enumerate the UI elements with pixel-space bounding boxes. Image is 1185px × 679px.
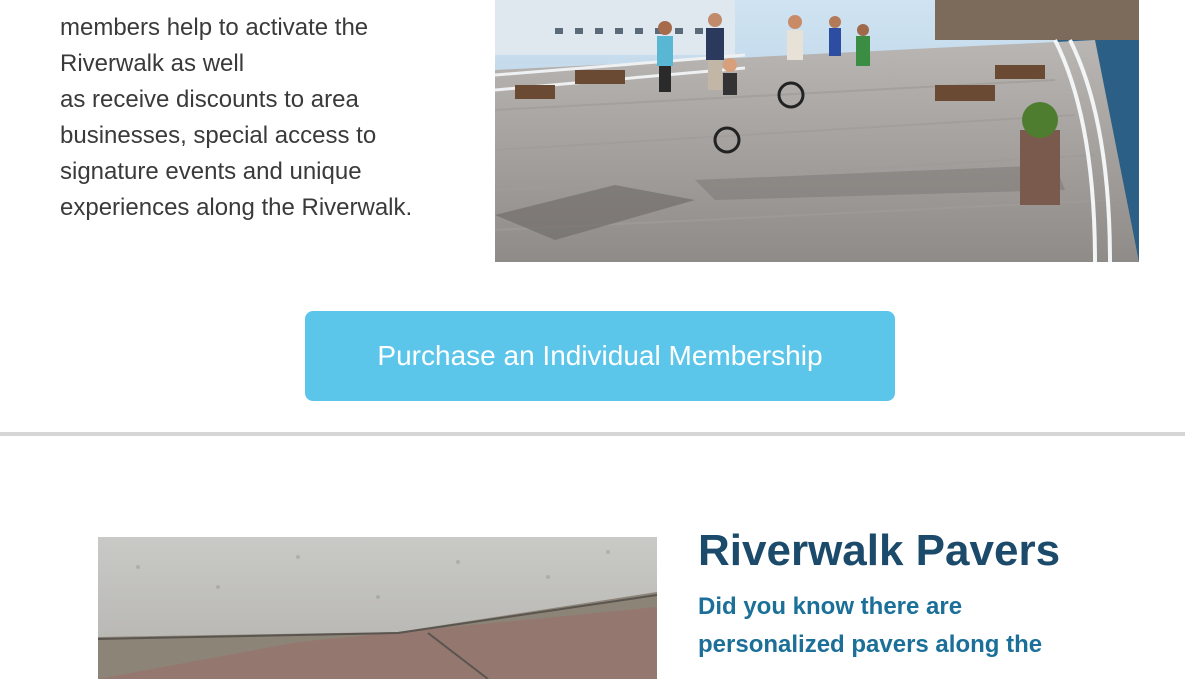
- section-divider: [0, 432, 1185, 436]
- purchase-membership-button[interactable]: Purchase an Individual Membership: [305, 311, 895, 401]
- description-line: Riverwalk as well: [60, 50, 245, 77]
- membership-description: members help to activate the Riverwalk a…: [60, 10, 480, 226]
- pavers-subtitle-line: personalized pavers along the: [698, 631, 1043, 658]
- pavers-photo: [98, 537, 657, 679]
- description-line: members help to activate the: [60, 14, 369, 41]
- description-line: businesses, special access to: [60, 122, 377, 149]
- pavers-section-title: Riverwalk Pavers: [698, 526, 1061, 575]
- description-line: experiences along the Riverwalk.: [60, 194, 413, 221]
- pavers-subtitle-line: Did you know there are: [698, 593, 963, 620]
- riverwalk-photo: [495, 0, 1139, 262]
- description-line: signature events and unique: [60, 158, 362, 185]
- description-line: as receive discounts to area: [60, 86, 359, 113]
- pavers-subtitle: Did you know there are personalized pave…: [698, 588, 1128, 664]
